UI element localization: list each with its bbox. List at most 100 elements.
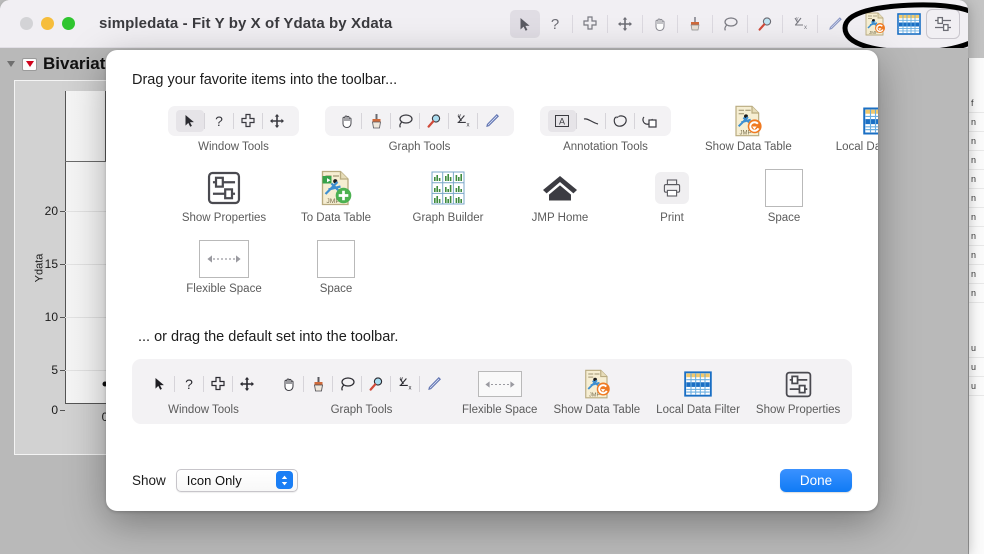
- list-item[interactable]: n: [969, 208, 984, 227]
- arrow-select-icon[interactable]: [510, 10, 540, 38]
- window-tools-group[interactable]: ?: [146, 369, 261, 399]
- graph-tools-group[interactable]: xy: [325, 106, 514, 136]
- list-item[interactable]: u: [969, 358, 984, 377]
- show-label: Show: [132, 472, 166, 488]
- list-item[interactable]: n: [969, 246, 984, 265]
- brush-icon[interactable]: [680, 10, 710, 38]
- space-icon[interactable]: [317, 240, 355, 278]
- red-triangle-menu-icon[interactable]: [22, 57, 37, 71]
- list-item[interactable]: n: [969, 227, 984, 246]
- lasso-icon[interactable]: [391, 110, 419, 132]
- palette-item-show-data-table[interactable]: JMP Show Data Table: [705, 105, 792, 153]
- lasso-icon[interactable]: [333, 373, 361, 395]
- crosshairs-icon[interactable]: xy: [391, 373, 419, 395]
- arrow-select-icon[interactable]: [176, 110, 204, 132]
- show-data-table-icon[interactable]: JMP: [858, 9, 892, 39]
- flexible-space-icon[interactable]: [199, 240, 249, 278]
- palette-item-local-data-filter[interactable]: Local Data Filter: [836, 106, 878, 153]
- magnifier-icon[interactable]: [420, 110, 448, 132]
- brush-icon[interactable]: [362, 110, 390, 132]
- default-item-window-tools[interactable]: ? Window Tools: [146, 369, 261, 416]
- grabber-hand-icon[interactable]: [333, 110, 361, 132]
- chevron-updown-icon[interactable]: [275, 471, 293, 489]
- move-arrows-icon[interactable]: [263, 110, 291, 132]
- crosshairs-icon[interactable]: xy: [785, 10, 815, 38]
- graph-builder-icon[interactable]: [431, 169, 465, 207]
- arrow-select-icon[interactable]: [146, 373, 174, 395]
- list-item[interactable]: u: [969, 339, 984, 358]
- show-data-table-icon[interactable]: JMP: [733, 105, 763, 136]
- background-window-right[interactable]: f n n n n n n n n n n u u u: [968, 58, 984, 554]
- show-properties-icon[interactable]: [926, 9, 960, 39]
- crosshair-select-icon[interactable]: [575, 10, 605, 38]
- palette-item-space-2[interactable]: Space: [280, 240, 392, 295]
- grabber-hand-icon[interactable]: [645, 10, 675, 38]
- list-item[interactable]: n: [969, 284, 984, 303]
- palette-item-annotation-tools[interactable]: A Annotation Tools: [540, 106, 671, 153]
- annotate-pencil-icon[interactable]: [478, 110, 506, 132]
- annotation-tools-group[interactable]: A: [540, 106, 671, 136]
- text-annotation-icon[interactable]: A: [548, 110, 576, 132]
- print-icon[interactable]: [655, 169, 689, 207]
- zoom-button[interactable]: [62, 17, 75, 30]
- minimize-button[interactable]: [41, 17, 54, 30]
- default-item-graph-tools[interactable]: xy Graph Tools: [275, 369, 448, 416]
- crosshairs-icon[interactable]: xy: [449, 110, 477, 132]
- flexible-space-icon[interactable]: [477, 369, 522, 399]
- magnifier-icon[interactable]: [750, 10, 780, 38]
- show-properties-icon[interactable]: [207, 169, 241, 207]
- list-item[interactable]: u: [969, 377, 984, 396]
- default-item-flexible-space[interactable]: Flexible Space: [462, 369, 537, 416]
- show-data-table-icon[interactable]: JMP: [583, 369, 611, 399]
- crosshair-select-icon[interactable]: [234, 110, 262, 132]
- graph-tools-group[interactable]: xy: [275, 369, 448, 399]
- question-help-icon[interactable]: ?: [205, 110, 233, 132]
- local-data-filter-icon[interactable]: [684, 369, 712, 399]
- move-arrows-icon[interactable]: [233, 373, 261, 395]
- line-icon[interactable]: [577, 110, 605, 132]
- close-button[interactable]: [20, 17, 33, 30]
- grabber-hand-icon[interactable]: [275, 373, 303, 395]
- done-button[interactable]: Done: [780, 468, 852, 492]
- palette-item-show-properties[interactable]: Show Properties: [168, 169, 280, 224]
- palette-item-jmp-home[interactable]: JMP Home: [504, 169, 616, 224]
- list-item[interactable]: n: [969, 113, 984, 132]
- list-item[interactable]: n: [969, 170, 984, 189]
- list-item[interactable]: n: [969, 265, 984, 284]
- brush-icon[interactable]: [304, 373, 332, 395]
- question-help-icon[interactable]: ?: [540, 10, 570, 38]
- palette-item-space[interactable]: Space: [728, 169, 840, 224]
- default-item-local-data-filter[interactable]: Local Data Filter: [656, 369, 740, 416]
- annotate-pencil-icon[interactable]: [420, 373, 448, 395]
- list-item[interactable]: n: [969, 189, 984, 208]
- jmp-home-icon[interactable]: [541, 169, 579, 207]
- crosshair-select-icon[interactable]: [204, 373, 232, 395]
- default-set-row[interactable]: ? Window Tools x y Graph Tools Flexible …: [132, 359, 852, 424]
- move-arrows-icon[interactable]: [610, 10, 640, 38]
- default-item-show-properties[interactable]: Show Properties: [756, 369, 840, 416]
- list-item[interactable]: n: [969, 132, 984, 151]
- shape-icon[interactable]: [606, 110, 634, 132]
- to-data-table-icon[interactable]: JMP: [319, 169, 353, 207]
- magnifier-icon[interactable]: [362, 373, 390, 395]
- space-icon[interactable]: [765, 169, 803, 207]
- local-data-filter-icon[interactable]: [862, 106, 878, 136]
- palette-item-graph-builder[interactable]: Graph Builder: [392, 169, 504, 224]
- local-data-filter-icon[interactable]: [892, 9, 926, 39]
- question-help-icon[interactable]: ?: [175, 373, 203, 395]
- list-item[interactable]: f: [969, 94, 984, 113]
- palette-item-print[interactable]: Print: [616, 169, 728, 224]
- copy-shape-icon[interactable]: [635, 110, 663, 132]
- lasso-icon[interactable]: [715, 10, 745, 38]
- annotate-pencil-icon[interactable]: [820, 10, 850, 38]
- palette-item-flexible-space[interactable]: Flexible Space: [168, 240, 280, 295]
- palette-item-window-tools[interactable]: ? Window Tools: [168, 106, 299, 153]
- palette-item-graph-tools[interactable]: xy Graph Tools: [325, 106, 514, 153]
- show-mode-select[interactable]: Icon Only: [175, 468, 298, 492]
- default-item-show-data-table[interactable]: JMP Show Data Table: [553, 369, 640, 416]
- show-properties-icon[interactable]: [785, 369, 812, 399]
- disclosure-triangle-icon[interactable]: [7, 61, 15, 67]
- window-tools-group[interactable]: ?: [168, 106, 299, 136]
- palette-item-to-data-table[interactable]: JMP To Data Table: [280, 169, 392, 224]
- list-item[interactable]: n: [969, 151, 984, 170]
